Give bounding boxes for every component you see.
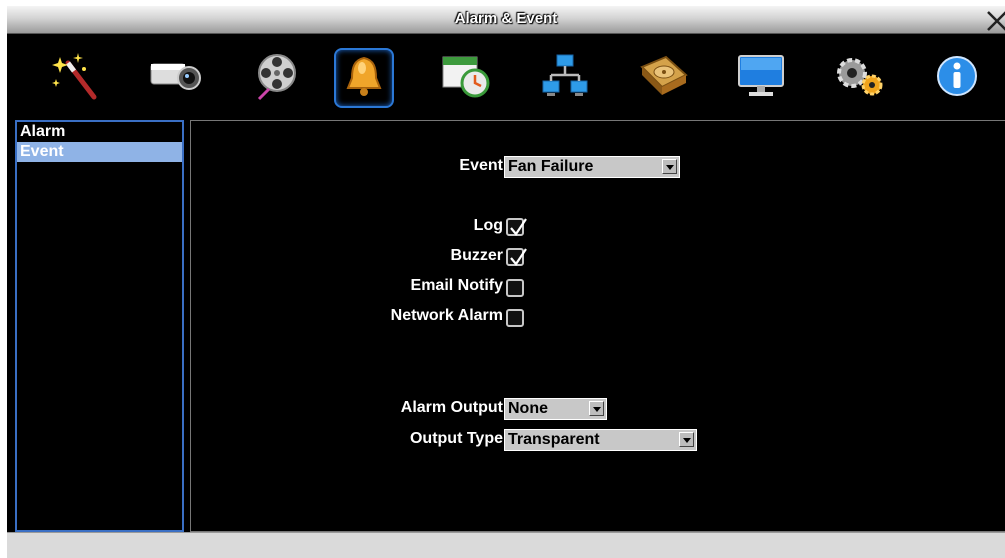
email-notify-checkbox[interactable]	[506, 279, 524, 297]
sidebar-menu: Alarm Event	[15, 120, 184, 532]
close-icon[interactable]	[985, 6, 1005, 34]
title-bar: Alarm & Event	[7, 6, 1005, 34]
checkmark-icon	[510, 248, 527, 266]
info-icon[interactable]	[927, 46, 987, 106]
chevron-down-icon[interactable]	[679, 432, 694, 447]
event-select[interactable]: Fan Failure	[504, 156, 680, 178]
checkmark-icon	[510, 218, 527, 236]
camera-icon[interactable]	[145, 46, 205, 106]
chevron-down-icon[interactable]	[662, 159, 677, 174]
log-label: Log	[473, 217, 503, 234]
event-label: Event	[459, 157, 503, 174]
alarm-output-value: None	[508, 400, 548, 417]
gears-icon[interactable]	[830, 46, 890, 106]
window-title: Alarm & Event	[454, 10, 558, 27]
network-alarm-checkbox[interactable]	[506, 309, 524, 327]
chevron-down-icon[interactable]	[589, 401, 604, 416]
alarm-output-select[interactable]: None	[504, 398, 607, 420]
monitor-icon[interactable]	[731, 46, 791, 106]
log-checkbox[interactable]	[506, 218, 527, 236]
email-notify-label: Email Notify	[410, 277, 503, 294]
alarm-event-window: Alarm & Event Alarm Event Event Fan Fail…	[7, 6, 1005, 558]
buzzer-label: Buzzer	[450, 247, 503, 264]
sidebar-item-event[interactable]: Event	[17, 142, 182, 162]
settings-panel: Event Fan Failure Log Buzzer Email Notif…	[190, 120, 1005, 532]
output-type-select[interactable]: Transparent	[504, 429, 697, 451]
network-icon[interactable]	[535, 46, 595, 106]
output-type-value: Transparent	[508, 431, 600, 448]
status-bar	[7, 532, 1005, 558]
alarm-output-label: Alarm Output	[400, 399, 503, 416]
main-toolbar	[7, 38, 1005, 116]
bell-icon[interactable]	[334, 48, 394, 108]
schedule-clock-icon[interactable]	[436, 46, 496, 106]
film-reel-icon[interactable]	[248, 46, 308, 106]
event-select-value: Fan Failure	[508, 158, 594, 175]
output-type-label: Output Type	[409, 430, 503, 447]
sidebar-item-alarm[interactable]: Alarm	[17, 122, 182, 142]
hard-disk-icon[interactable]	[633, 46, 693, 106]
wizard-wand-icon[interactable]	[45, 46, 105, 106]
buzzer-checkbox[interactable]	[506, 248, 527, 266]
network-alarm-label: Network Alarm	[390, 307, 503, 324]
